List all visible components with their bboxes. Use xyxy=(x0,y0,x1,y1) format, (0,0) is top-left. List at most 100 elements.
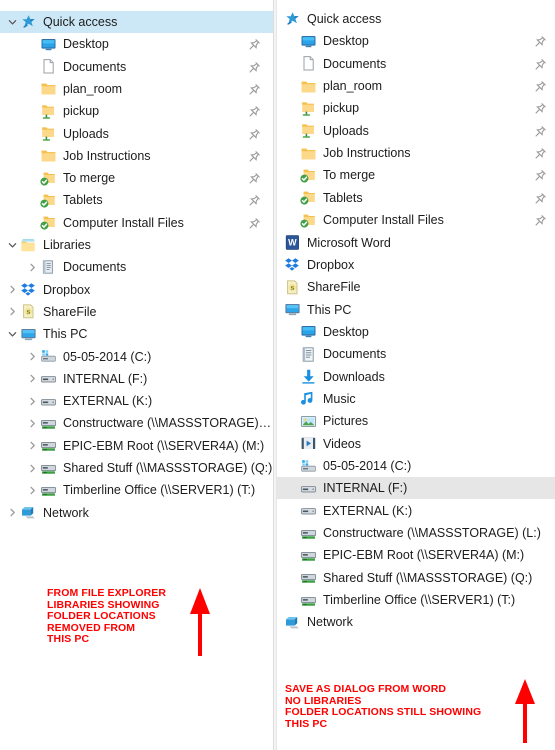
tree-item-computer-install-files[interactable]: Computer Install Files xyxy=(0,212,273,234)
chevron-right-icon[interactable] xyxy=(24,390,40,412)
pin-icon[interactable] xyxy=(248,128,261,141)
tree-item-pictures[interactable]: Pictures xyxy=(276,410,555,432)
tree-item-05-05-2014-c[interactable]: 05-05-2014 (C:) xyxy=(0,346,273,368)
videos-icon xyxy=(300,435,317,452)
chevron-right-icon[interactable] xyxy=(24,256,40,278)
chevron-right-icon[interactable] xyxy=(24,346,40,368)
tree-item-to-merge[interactable]: To merge xyxy=(0,167,273,189)
pin-icon[interactable] xyxy=(534,214,547,227)
tree-item-internal-f[interactable]: INTERNAL (F:) xyxy=(0,368,273,390)
tree-item-desktop[interactable]: Desktop xyxy=(0,33,273,55)
tree-item-label: Documents xyxy=(63,260,127,275)
tree-item-to-merge[interactable]: To merge xyxy=(276,164,555,186)
folder-icon xyxy=(300,78,317,95)
tree-item-05-05-2014-c[interactable]: 05-05-2014 (C:) xyxy=(276,455,555,477)
pin-icon[interactable] xyxy=(534,102,547,115)
pin-icon[interactable] xyxy=(248,105,261,118)
tree-item-this-pc[interactable]: This PC xyxy=(276,299,555,321)
chevron-right-icon[interactable] xyxy=(4,301,20,323)
chevron-right-icon[interactable] xyxy=(24,435,40,457)
tree-item-quick-access[interactable]: Quick access xyxy=(0,11,273,33)
tree-item-dropbox[interactable]: Dropbox xyxy=(0,279,273,301)
chevron-right-icon[interactable] xyxy=(24,412,40,434)
pin-icon[interactable] xyxy=(248,194,261,207)
tree-item-uploads[interactable]: Uploads xyxy=(276,120,555,142)
tree-item-computer-install-files[interactable]: Computer Install Files xyxy=(276,209,555,231)
tree-item-job-instructions[interactable]: Job Instructions xyxy=(276,142,555,164)
folder-sync-icon xyxy=(40,170,57,187)
tree-item-documents[interactable]: Documents xyxy=(276,343,555,365)
tree-item-this-pc[interactable]: This PC xyxy=(0,323,273,345)
pin-icon[interactable] xyxy=(248,83,261,96)
tree-item-network[interactable]: Network xyxy=(0,502,273,524)
tree-item-external-k[interactable]: EXTERNAL (K:) xyxy=(0,390,273,412)
tree-item-uploads[interactable]: Uploads xyxy=(0,123,273,145)
chevron-right-icon[interactable] xyxy=(24,479,40,501)
pin-icon[interactable] xyxy=(248,150,261,163)
tree-item-network[interactable]: Network xyxy=(276,611,555,633)
tree-item-constructware-massstorage-l[interactable]: Constructware (\\MASSSTORAGE) (L:) xyxy=(0,412,273,434)
tree-item-downloads[interactable]: Downloads xyxy=(276,366,555,388)
tree-item-timberline-office-server1-t[interactable]: Timberline Office (\\SERVER1) (T:) xyxy=(276,589,555,611)
tree-item-job-instructions[interactable]: Job Instructions xyxy=(0,145,273,167)
tree-item-plan-room[interactable]: plan_room xyxy=(0,78,273,100)
tree-item-label: Constructware (\\MASSSTORAGE) (L:) xyxy=(63,416,273,431)
tree-item-external-k[interactable]: EXTERNAL (K:) xyxy=(276,500,555,522)
tree-item-internal-f[interactable]: INTERNAL (F:) xyxy=(276,477,555,500)
tree-item-music[interactable]: Music xyxy=(276,388,555,410)
pin-icon[interactable] xyxy=(534,58,547,71)
tree-item-documents[interactable]: Documents xyxy=(0,56,273,78)
tree-item-pickup[interactable]: pickup xyxy=(0,100,273,122)
chevron-down-icon[interactable] xyxy=(4,234,20,256)
tree-item-documents[interactable]: Documents xyxy=(0,256,273,278)
chevron-right-icon[interactable] xyxy=(4,502,20,524)
tree-item-documents[interactable]: Documents xyxy=(276,53,555,75)
up-arrow-icon-left xyxy=(188,588,212,658)
network-icon xyxy=(284,614,301,631)
tree-item-label: 05-05-2014 (C:) xyxy=(323,459,412,473)
pin-icon[interactable] xyxy=(248,38,261,51)
tree-item-microsoft-word[interactable]: W Microsoft Word xyxy=(276,232,555,254)
pin-icon[interactable] xyxy=(534,192,547,205)
chevron-right-icon[interactable] xyxy=(24,368,40,390)
pin-icon[interactable] xyxy=(248,217,261,230)
tree-item-timberline-office-server1-t[interactable]: Timberline Office (\\SERVER1) (T:) xyxy=(0,479,273,501)
pin-icon[interactable] xyxy=(534,35,547,48)
tree-item-sharefile[interactable]: S ShareFile xyxy=(0,301,273,323)
tree-item-label: EPIC-EBM Root (\\SERVER4A) (M:) xyxy=(323,548,525,563)
chevron-down-icon[interactable] xyxy=(4,323,20,345)
pin-icon[interactable] xyxy=(534,147,547,160)
network-drive-icon xyxy=(40,437,57,454)
pin-icon[interactable] xyxy=(248,61,261,74)
tree-item-plan-room[interactable]: plan_room xyxy=(276,75,555,97)
chevron-down-icon[interactable] xyxy=(4,11,20,33)
save-as-dialog-navigation-pane[interactable]: Quick access Desktop Documents plan_room pic… xyxy=(276,0,555,750)
pin-icon[interactable] xyxy=(248,172,261,185)
pin-icon[interactable] xyxy=(534,125,547,138)
tree-item-epic-ebm-root-server4a-m[interactable]: EPIC-EBM Root (\\SERVER4A) (M:) xyxy=(0,435,273,457)
tree-item-desktop[interactable]: Desktop xyxy=(276,30,555,52)
tree-item-constructware-massstorage-l[interactable]: Constructware (\\MASSSTORAGE) (L:) xyxy=(276,522,555,544)
pin-icon[interactable] xyxy=(534,169,547,182)
chevron-right-icon[interactable] xyxy=(24,457,40,479)
tree-item-quick-access[interactable]: Quick access xyxy=(276,8,555,30)
network-drive-icon xyxy=(300,592,317,609)
tree-item-shared-stuff-massstorage-q[interactable]: Shared Stuff (\\MASSSTORAGE) (Q:) xyxy=(0,457,273,479)
pin-icon[interactable] xyxy=(534,80,547,93)
chevron-right-icon[interactable] xyxy=(4,279,20,301)
tree-item-desktop[interactable]: Desktop xyxy=(276,321,555,343)
tree-item-dropbox[interactable]: Dropbox xyxy=(276,254,555,276)
tree-item-label: Documents xyxy=(323,347,387,362)
tree-item-epic-ebm-root-server4a-m[interactable]: EPIC-EBM Root (\\SERVER4A) (M:) xyxy=(276,544,555,566)
system-drive-icon xyxy=(300,458,317,475)
tree-item-label: plan_room xyxy=(63,81,123,96)
tree-item-shared-stuff-massstorage-q[interactable]: Shared Stuff (\\MASSSTORAGE) (Q:) xyxy=(276,567,555,589)
tree-item-libraries[interactable]: Libraries xyxy=(0,234,273,256)
tree-item-videos[interactable]: Videos xyxy=(276,433,555,455)
tree-item-tablets[interactable]: Tablets xyxy=(0,189,273,211)
tree-item-sharefile[interactable]: S ShareFile xyxy=(276,276,555,298)
network-drive-icon xyxy=(300,547,317,564)
tree-item-pickup[interactable]: pickup xyxy=(276,97,555,119)
tree-item-tablets[interactable]: Tablets xyxy=(276,187,555,209)
tree-item-label: EXTERNAL (K:) xyxy=(63,394,153,409)
